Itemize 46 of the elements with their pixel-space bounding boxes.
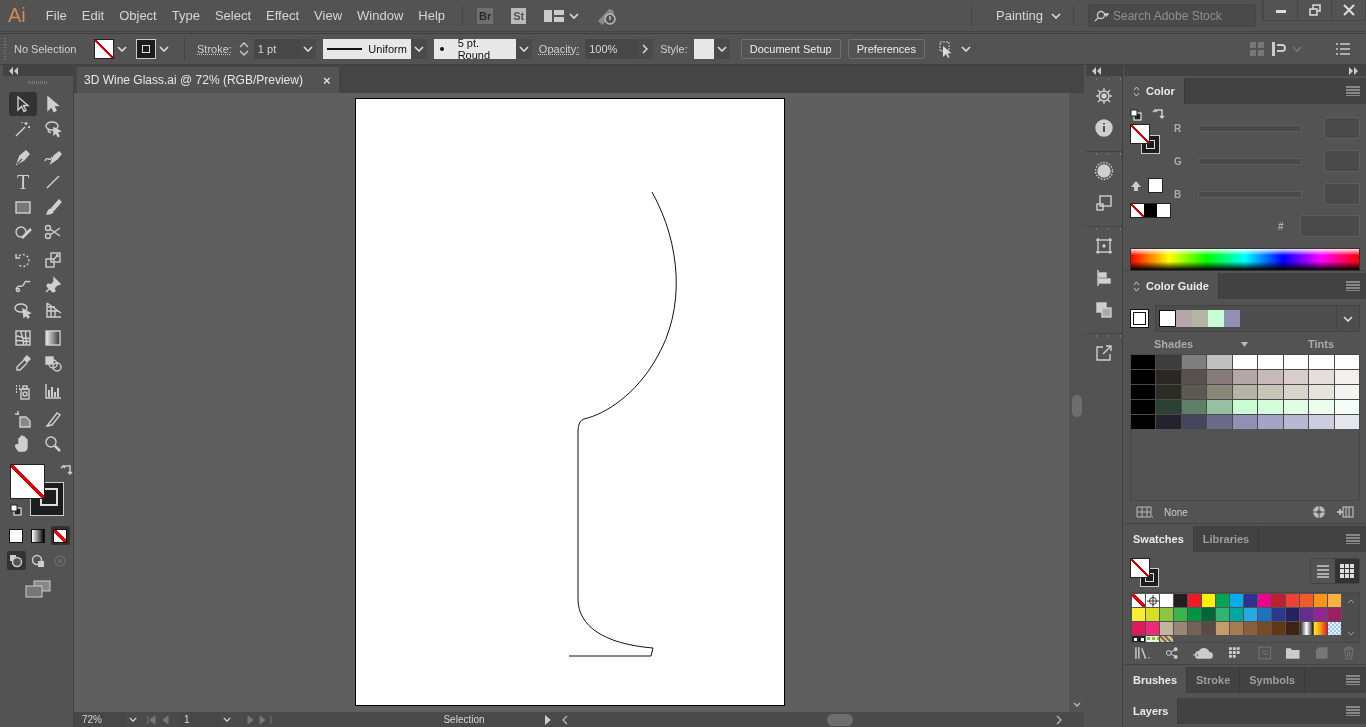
brush-field[interactable]: 5 pt. Round [433, 39, 516, 59]
channel-label: B [1174, 188, 1183, 200]
channel-label: G [1174, 155, 1183, 167]
menu-item[interactable]: Edit [81, 8, 105, 23]
menu-item[interactable]: View [314, 8, 343, 23]
color-tab[interactable]: Color [1124, 78, 1185, 104]
menu-item[interactable]: Effect [266, 8, 300, 23]
search-field[interactable]: Search Adobe Stock [1088, 4, 1256, 27]
tab-label: Color Guide [1146, 280, 1209, 292]
stroke-label[interactable]: Stroke: [197, 43, 232, 55]
opacity-field[interactable]: 100% [585, 39, 638, 59]
stroke-profile-field[interactable]: Uniform [322, 39, 411, 59]
opacity-label[interactable]: Opacity: [538, 43, 580, 55]
menu-item[interactable]: Select [214, 8, 252, 23]
tints-label: Tints [1307, 338, 1334, 350]
bridge-button[interactable]: Br [477, 7, 494, 24]
stock-button[interactable]: St [511, 7, 527, 24]
document-tab[interactable]: 3D Wine Glass.ai @ 72% (RGB/Preview) × [77, 67, 339, 93]
channel-label: R [1174, 122, 1183, 134]
app-logo: Ai [8, 4, 26, 27]
panel-tab[interactable]: Symbols [1240, 667, 1306, 693]
panel-tab[interactable]: Layers [1124, 698, 1179, 724]
menu-item[interactable]: Help [418, 8, 446, 23]
menu-item[interactable]: File [45, 8, 67, 23]
stroke-weight-field[interactable]: 1 pt [253, 39, 300, 59]
workspace-dropdown[interactable]: Painting [996, 8, 1061, 23]
menu-item[interactable]: Window [357, 8, 404, 23]
type-tool-button[interactable]: T [9, 170, 37, 194]
current-tool-label: Selection [442, 714, 486, 725]
tab-label: Color [1146, 85, 1175, 97]
hex-label: # [1278, 220, 1285, 232]
menu-item[interactable]: Type [171, 8, 200, 23]
menu-item[interactable]: Object [119, 8, 157, 23]
close-tab-button[interactable]: × [322, 72, 331, 88]
control-button[interactable]: Preferences [847, 39, 925, 59]
shades-label: Shades [1154, 338, 1194, 350]
selection-label: No Selection [14, 43, 78, 55]
panel-tab[interactable]: Stroke [1187, 667, 1241, 693]
color-guide-tab[interactable]: Color Guide [1124, 273, 1219, 299]
panel-tab[interactable]: Libraries [1193, 526, 1260, 552]
swatch-name: None [1164, 506, 1188, 518]
style-label: Style: [660, 43, 688, 55]
document-title: 3D Wine Glass.ai @ 72% (RGB/Preview) [84, 73, 303, 87]
panel-tab[interactable]: Swatches [1124, 526, 1194, 552]
control-button[interactable]: Document Setup [740, 39, 841, 59]
panel-tab[interactable]: Brushes [1124, 667, 1188, 693]
